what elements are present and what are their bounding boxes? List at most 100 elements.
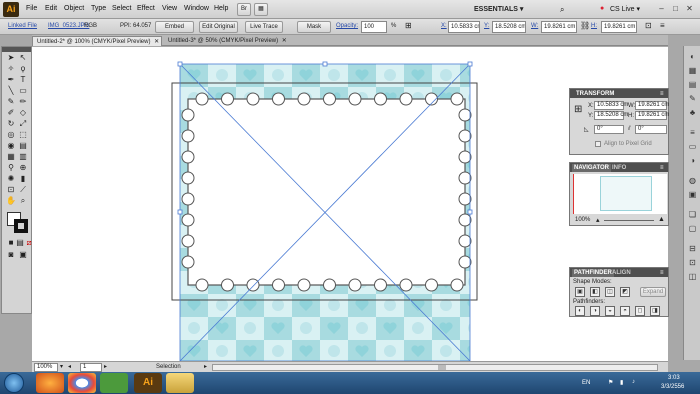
menu-file[interactable]: File	[26, 5, 37, 12]
linked-file-link[interactable]: Linked File	[8, 23, 37, 29]
tab-close-icon[interactable]: ✕	[154, 39, 159, 45]
w-field[interactable]: 19.8261 cm	[541, 21, 577, 33]
tab-align[interactable]: ALIGN	[612, 269, 631, 277]
screen-mode-icon[interactable]: ▣	[18, 250, 28, 260]
panel-menu-icon[interactable]: ≡	[660, 90, 664, 98]
clock-time[interactable]: 3:03	[668, 375, 680, 381]
brushes-icon[interactable]: ✎	[687, 94, 698, 104]
merge-icon[interactable]: ◒	[605, 306, 615, 316]
bridge-button[interactable]: Br	[237, 3, 251, 16]
explorer-icon[interactable]	[166, 373, 194, 393]
arrange-documents-button[interactable]: ▦	[254, 3, 268, 16]
navigator-zoom[interactable]: 100%	[575, 217, 590, 223]
clock-date[interactable]: 3/3/2556	[661, 384, 684, 390]
tab-info[interactable]: INFO	[612, 164, 626, 172]
zoom-slider[interactable]	[604, 220, 654, 221]
transform-panel-header[interactable]: TRANSFORM ≡	[570, 89, 668, 98]
transform-x-field[interactable]: 10.5833 cm	[594, 101, 628, 110]
chrome-icon[interactable]	[68, 373, 96, 393]
appearance-icon[interactable]: ◍	[687, 176, 698, 186]
status-menu-icon[interactable]: ▸	[204, 363, 207, 370]
scale-tool-icon[interactable]: ⤢	[18, 119, 28, 129]
layers-icon[interactable]: ❏	[687, 210, 698, 220]
stroke-icon[interactable]: ≡	[687, 128, 698, 138]
workspace-switcher[interactable]: ESSENTIALS ▾	[474, 3, 552, 16]
rotate-field[interactable]: 0°	[594, 125, 624, 134]
line-tool-icon[interactable]: ╲	[6, 86, 16, 96]
scrollbar-thumb[interactable]	[438, 365, 446, 370]
transform-w-field[interactable]: 19.8261 cm	[635, 101, 669, 110]
magic-wand-tool-icon[interactable]: ✧	[6, 64, 16, 74]
color-panel-icon[interactable]: ◐	[687, 52, 698, 62]
close-icon[interactable]: ✕	[683, 3, 696, 15]
direct-selection-tool-icon[interactable]: ↖	[18, 53, 28, 63]
h-field[interactable]: 19.8261 cm	[601, 21, 637, 33]
illustrator-taskbar-icon[interactable]: Ai	[134, 373, 162, 393]
menu-type[interactable]: Type	[91, 5, 106, 12]
menu-effect[interactable]: Effect	[137, 5, 155, 12]
reference-point-icon[interactable]: ⊞	[574, 104, 582, 115]
blend-tool-icon[interactable]: ⊕	[18, 163, 28, 173]
minus-back-icon[interactable]: ◨	[650, 306, 660, 316]
selection-tool-icon[interactable]: ➤	[6, 53, 16, 63]
transform-h-field[interactable]: 19.8261 cm	[635, 111, 669, 120]
edit-original-button[interactable]: Edit Original	[199, 21, 238, 33]
menu-edit[interactable]: Edit	[45, 5, 57, 12]
menu-window[interactable]: Window	[184, 5, 209, 12]
unite-icon[interactable]: ▣	[575, 287, 585, 297]
artboard-number-field[interactable]: 1	[80, 363, 102, 372]
minus-front-icon[interactable]: ◧	[590, 287, 600, 297]
lasso-tool-icon[interactable]: ϙ	[18, 64, 28, 74]
stroke-swatch[interactable]	[14, 219, 28, 233]
utorrent-icon[interactable]	[100, 373, 128, 393]
cs-live-menu[interactable]: CS Live ▾	[610, 5, 640, 13]
panel-menu-icon[interactable]: ≡	[660, 21, 665, 30]
none-mode-icon[interactable]: ⧄	[24, 238, 34, 248]
y-field[interactable]: 18.5208 cm	[492, 21, 526, 33]
color-guide-icon[interactable]: ▦	[687, 66, 698, 76]
transform-panel-icon[interactable]: ⊡	[687, 258, 698, 268]
perspective-grid-tool-icon[interactable]: ▤	[18, 141, 28, 151]
warp-tool-icon[interactable]: ◎	[6, 130, 16, 140]
prev-artboard-icon[interactable]: ◂	[68, 363, 71, 370]
next-artboard-icon[interactable]: ▸	[104, 363, 107, 370]
transform-y-field[interactable]: 18.5208 cm	[594, 111, 628, 120]
trim-icon[interactable]: ◑	[590, 306, 600, 316]
menu-help[interactable]: Help	[214, 5, 228, 12]
tab-pathfinder[interactable]: PATHFINDER	[572, 269, 614, 277]
align-icon[interactable]: ⊟	[687, 244, 698, 254]
language-indicator[interactable]: EN	[582, 380, 590, 386]
horizontal-scrollbar[interactable]	[212, 364, 658, 371]
graphic-styles-icon[interactable]: ▣	[687, 190, 698, 200]
pathfinder-panel-icon[interactable]: ◫	[687, 272, 698, 282]
transparency-icon[interactable]: ◑	[687, 156, 698, 166]
graph-tool-icon[interactable]: ▮	[18, 174, 28, 184]
free-transform-tool-icon[interactable]: ⬚	[18, 130, 28, 140]
mask-button[interactable]: Mask	[297, 21, 331, 33]
tab-untitled-3[interactable]: Untitled-3* @ 50% (CMYK/Pixel Preview) ✕	[164, 36, 294, 46]
mesh-tool-icon[interactable]: ▦	[6, 152, 16, 162]
symbols-icon[interactable]: ♣	[687, 108, 698, 118]
zoom-tool-icon[interactable]: ⌕	[18, 196, 28, 206]
tab-untitled-2[interactable]: Untitled-2* @ 100% (CMYK/Pixel Preview) …	[32, 36, 162, 46]
x-field[interactable]: 10.5833 cm	[448, 21, 480, 33]
divide-icon[interactable]: ◐	[575, 306, 585, 316]
tray-network-icon[interactable]: ▮	[620, 379, 623, 386]
blob-brush-tool-icon[interactable]: ✐	[6, 108, 16, 118]
hand-tool-icon[interactable]: ✋	[6, 196, 16, 206]
artboards-icon[interactable]: ▢	[687, 224, 698, 234]
shape-builder-tool-icon[interactable]: ◉	[6, 141, 16, 151]
firefox-icon[interactable]	[36, 373, 64, 393]
navigator-thumbnail[interactable]	[573, 174, 667, 214]
eraser-tool-icon[interactable]: ◇	[18, 108, 28, 118]
zoom-dropdown-icon[interactable]: ▾	[60, 363, 63, 370]
stamp-frame[interactable]	[187, 98, 466, 286]
symbol-sprayer-tool-icon[interactable]: ✺	[6, 174, 16, 184]
tray-volume-icon[interactable]: ♪	[632, 379, 635, 385]
pen-tool-icon[interactable]: ✒	[6, 75, 16, 85]
panel-menu-icon[interactable]: ≡	[660, 269, 664, 277]
toolbox-grip[interactable]	[2, 47, 31, 52]
menu-object[interactable]: Object	[64, 5, 84, 12]
outline-icon[interactable]: ◻	[635, 306, 645, 316]
zoom-in-icon[interactable]: ▲	[658, 216, 665, 223]
